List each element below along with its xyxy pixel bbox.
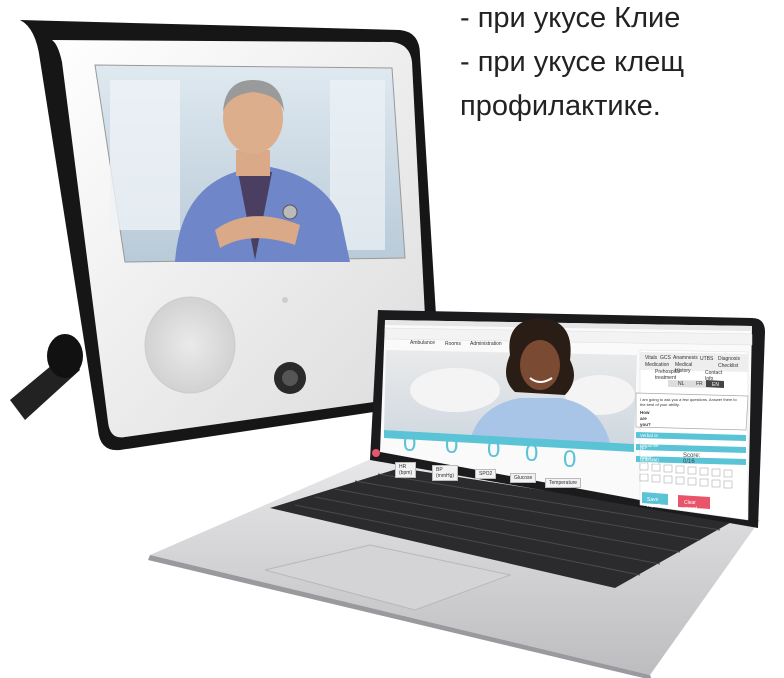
tab-vitals[interactable]: Vitals xyxy=(645,355,657,361)
vital-hr-label: HR (bpm) xyxy=(395,462,417,478)
score-label: Score: 0/16 xyxy=(683,453,701,465)
prompt-text: I am going to ask you a few questions. A… xyxy=(640,397,737,407)
nav-tab-rooms[interactable]: Rooms xyxy=(445,341,461,347)
speaker-grille xyxy=(144,296,236,394)
clear-report-label[interactable]: Clear report xyxy=(681,499,700,513)
vital-spo2-label: SPO2 xyxy=(475,469,497,479)
nav-tab-ambulance[interactable]: Ambulance xyxy=(410,340,435,346)
slide-line-1: - при укусе Клие xyxy=(460,2,681,34)
lang-nl[interactable]: NL xyxy=(678,381,684,387)
prompt-question: How are you? xyxy=(640,410,651,427)
vital-temperature-value: 0 xyxy=(563,446,577,473)
vital-glucose-value: 0 xyxy=(525,440,539,467)
tab-diagnosis[interactable]: Diagnosis xyxy=(718,356,740,362)
vital-hr-value: 0 xyxy=(403,430,417,457)
nav-tab-administration[interactable]: Administration xyxy=(470,341,502,347)
tab-prehospital-treatment[interactable]: Prehospital treatment xyxy=(655,369,680,381)
tab-medication[interactable]: Medication xyxy=(645,362,669,368)
vital-bp-value: 0 xyxy=(445,432,459,459)
tab-utbs[interactable]: UTBS xyxy=(700,356,713,362)
slide-text: - при укусе Клие - при укусе клещ профил… xyxy=(460,0,684,128)
lang-fr[interactable]: FR xyxy=(696,381,703,387)
vital-glucose-label: Glucose xyxy=(510,473,537,483)
tab-anamnesis[interactable]: Anamnesis xyxy=(673,355,698,361)
vital-spo2-value: 0 xyxy=(487,436,501,463)
response-unknown-label[interactable]: Unknown xyxy=(640,457,659,462)
tab-gcs[interactable]: GCS xyxy=(660,355,671,361)
vital-bp-label: BP (mmHg) xyxy=(432,465,459,481)
tab-contact-info[interactable]: Contact Info xyxy=(705,370,722,382)
vital-temperature-label: Temperature xyxy=(545,478,582,488)
tablet-hinge xyxy=(47,334,83,378)
tab-checklist[interactable]: Checklist xyxy=(718,363,738,369)
score-value: 0/16 xyxy=(683,459,695,465)
slide-line-2: - при укусе клещ xyxy=(460,46,685,78)
record-dot xyxy=(372,449,380,457)
save-report-label[interactable]: Save report xyxy=(644,496,663,510)
slide-line-3: профилактике. xyxy=(460,90,661,122)
lang-en[interactable]: EN xyxy=(712,382,719,388)
tablet-window-bg xyxy=(110,80,180,230)
